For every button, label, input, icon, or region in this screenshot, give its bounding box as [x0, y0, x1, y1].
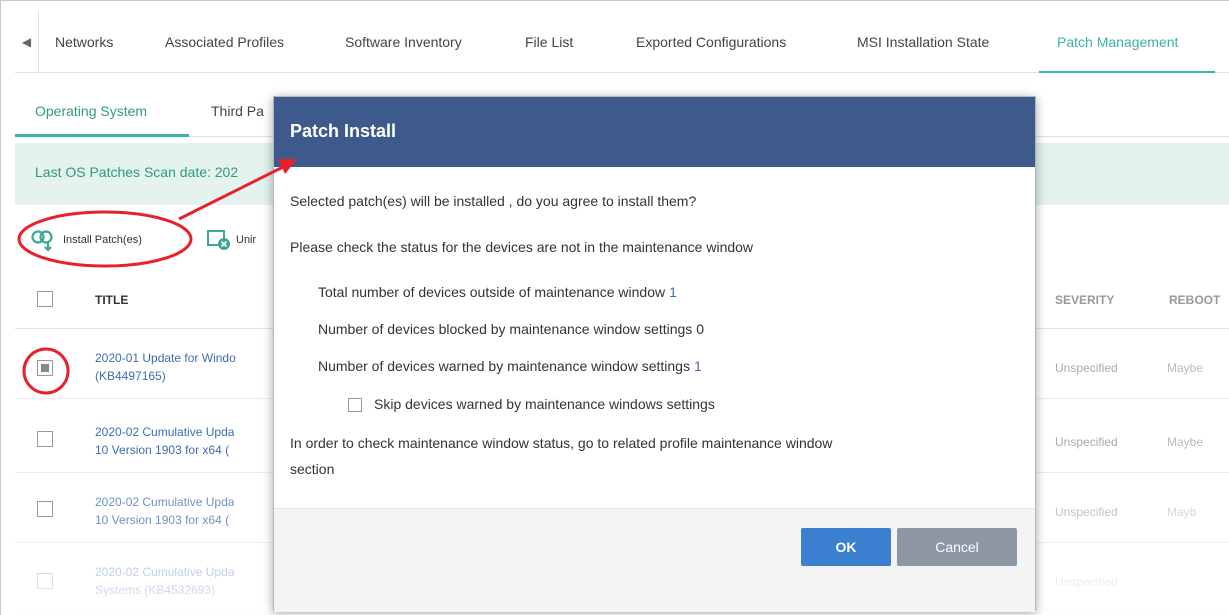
ok-button[interactable]: OK [801, 528, 891, 566]
column-title[interactable]: TITLE [95, 271, 128, 329]
dialog-footer: OK Cancel [274, 509, 1035, 612]
reboot-value: Maybe [1167, 361, 1204, 375]
row-checkbox[interactable] [37, 431, 53, 447]
column-reboot[interactable]: REBOOT [1169, 271, 1220, 329]
patch-title-link[interactable]: 2020-02 Cumulative Upda 10 Version 1903 f… [95, 423, 234, 459]
check-status-text: Please check the status for the devices … [290, 239, 754, 255]
total-outside-label: Total number of devices outside of maint… [318, 284, 666, 300]
row-checkbox[interactable] [37, 501, 53, 517]
tab-exported-configurations[interactable]: Exported Configurations [636, 11, 786, 73]
patch-install-dialog: Patch Install Selected patch(es) will be… [273, 96, 1036, 612]
dialog-header: Patch Install [274, 97, 1035, 167]
device-tabs: ◀ Networks Associated Profiles Software … [15, 11, 1229, 73]
column-severity[interactable]: SEVERITY [1055, 271, 1114, 329]
tab-operating-system[interactable]: Operating System [15, 85, 189, 137]
warned-label: Number of devices warned by maintenance … [318, 358, 690, 374]
tab-third-party[interactable]: Third Pa [211, 85, 264, 137]
warned-row: Number of devices warned by maintenance … [318, 358, 702, 374]
install-question: Selected patch(es) will be installed , d… [290, 193, 697, 209]
total-outside-row: Total number of devices outside of maint… [318, 284, 677, 300]
patch-title-link[interactable]: 2020-01 Update for Windo (KB4497165) [95, 349, 236, 385]
reboot-value: Maybe [1167, 435, 1204, 449]
uninstall-patch-icon [206, 228, 232, 252]
severity-value: Unspecified [1055, 505, 1118, 519]
install-patches-label: Install Patch(es) [63, 234, 142, 246]
total-outside-link[interactable]: 1 [669, 284, 677, 300]
scan-date-text: Last OS Patches Scan date: 202 [35, 164, 239, 180]
blocked-row: Number of devices blocked by maintenance… [318, 321, 704, 337]
row-checkbox[interactable] [37, 360, 53, 376]
maintenance-hint-line1: In order to check maintenance window sta… [290, 435, 833, 451]
uninstall-patches-label: Unir [236, 234, 257, 246]
tab-associated-profiles[interactable]: Associated Profiles [165, 11, 284, 73]
severity-value: Unspecified [1055, 435, 1118, 449]
patch-title-link[interactable]: 2020-02 Cumulative Upda 10 Version 1903 f… [95, 493, 234, 529]
tab-networks[interactable]: Networks [55, 11, 113, 73]
patch-title-link[interactable]: 2020-02 Cumulative Upda Systems (KB453269… [95, 563, 234, 599]
app-frame: ◀ Networks Associated Profiles Software … [0, 0, 1229, 615]
install-patch-icon [29, 226, 57, 254]
tab-patch-management[interactable]: Patch Management [1039, 11, 1215, 73]
blocked-value: 0 [696, 321, 704, 337]
tab-msi-installation-state[interactable]: MSI Installation State [857, 11, 989, 73]
uninstall-patches-button[interactable]: Unir [206, 224, 256, 256]
row-checkbox[interactable] [37, 573, 53, 589]
install-patches-button[interactable]: Install Patch(es) [29, 222, 142, 258]
skip-warned-checkbox[interactable] [348, 398, 362, 412]
select-all-checkbox[interactable] [37, 291, 53, 307]
reboot-value: Mayb [1167, 505, 1197, 519]
skip-warned-label: Skip devices warned by maintenance windo… [374, 396, 715, 412]
tab-software-inventory[interactable]: Software Inventory [345, 11, 462, 73]
dialog-title: Patch Install [290, 121, 397, 141]
severity-value: Unspecified [1055, 575, 1118, 589]
maintenance-hint-line2: section [290, 461, 335, 477]
blocked-label: Number of devices blocked by maintenance… [318, 321, 693, 337]
tab-file-list[interactable]: File List [525, 11, 573, 73]
dialog-body: Selected patch(es) will be installed , d… [274, 167, 1035, 509]
cancel-button[interactable]: Cancel [897, 528, 1017, 566]
tab-scroll-left-icon[interactable]: ◀ [15, 11, 39, 73]
severity-value: Unspecified [1055, 361, 1118, 375]
warned-link[interactable]: 1 [694, 358, 702, 374]
